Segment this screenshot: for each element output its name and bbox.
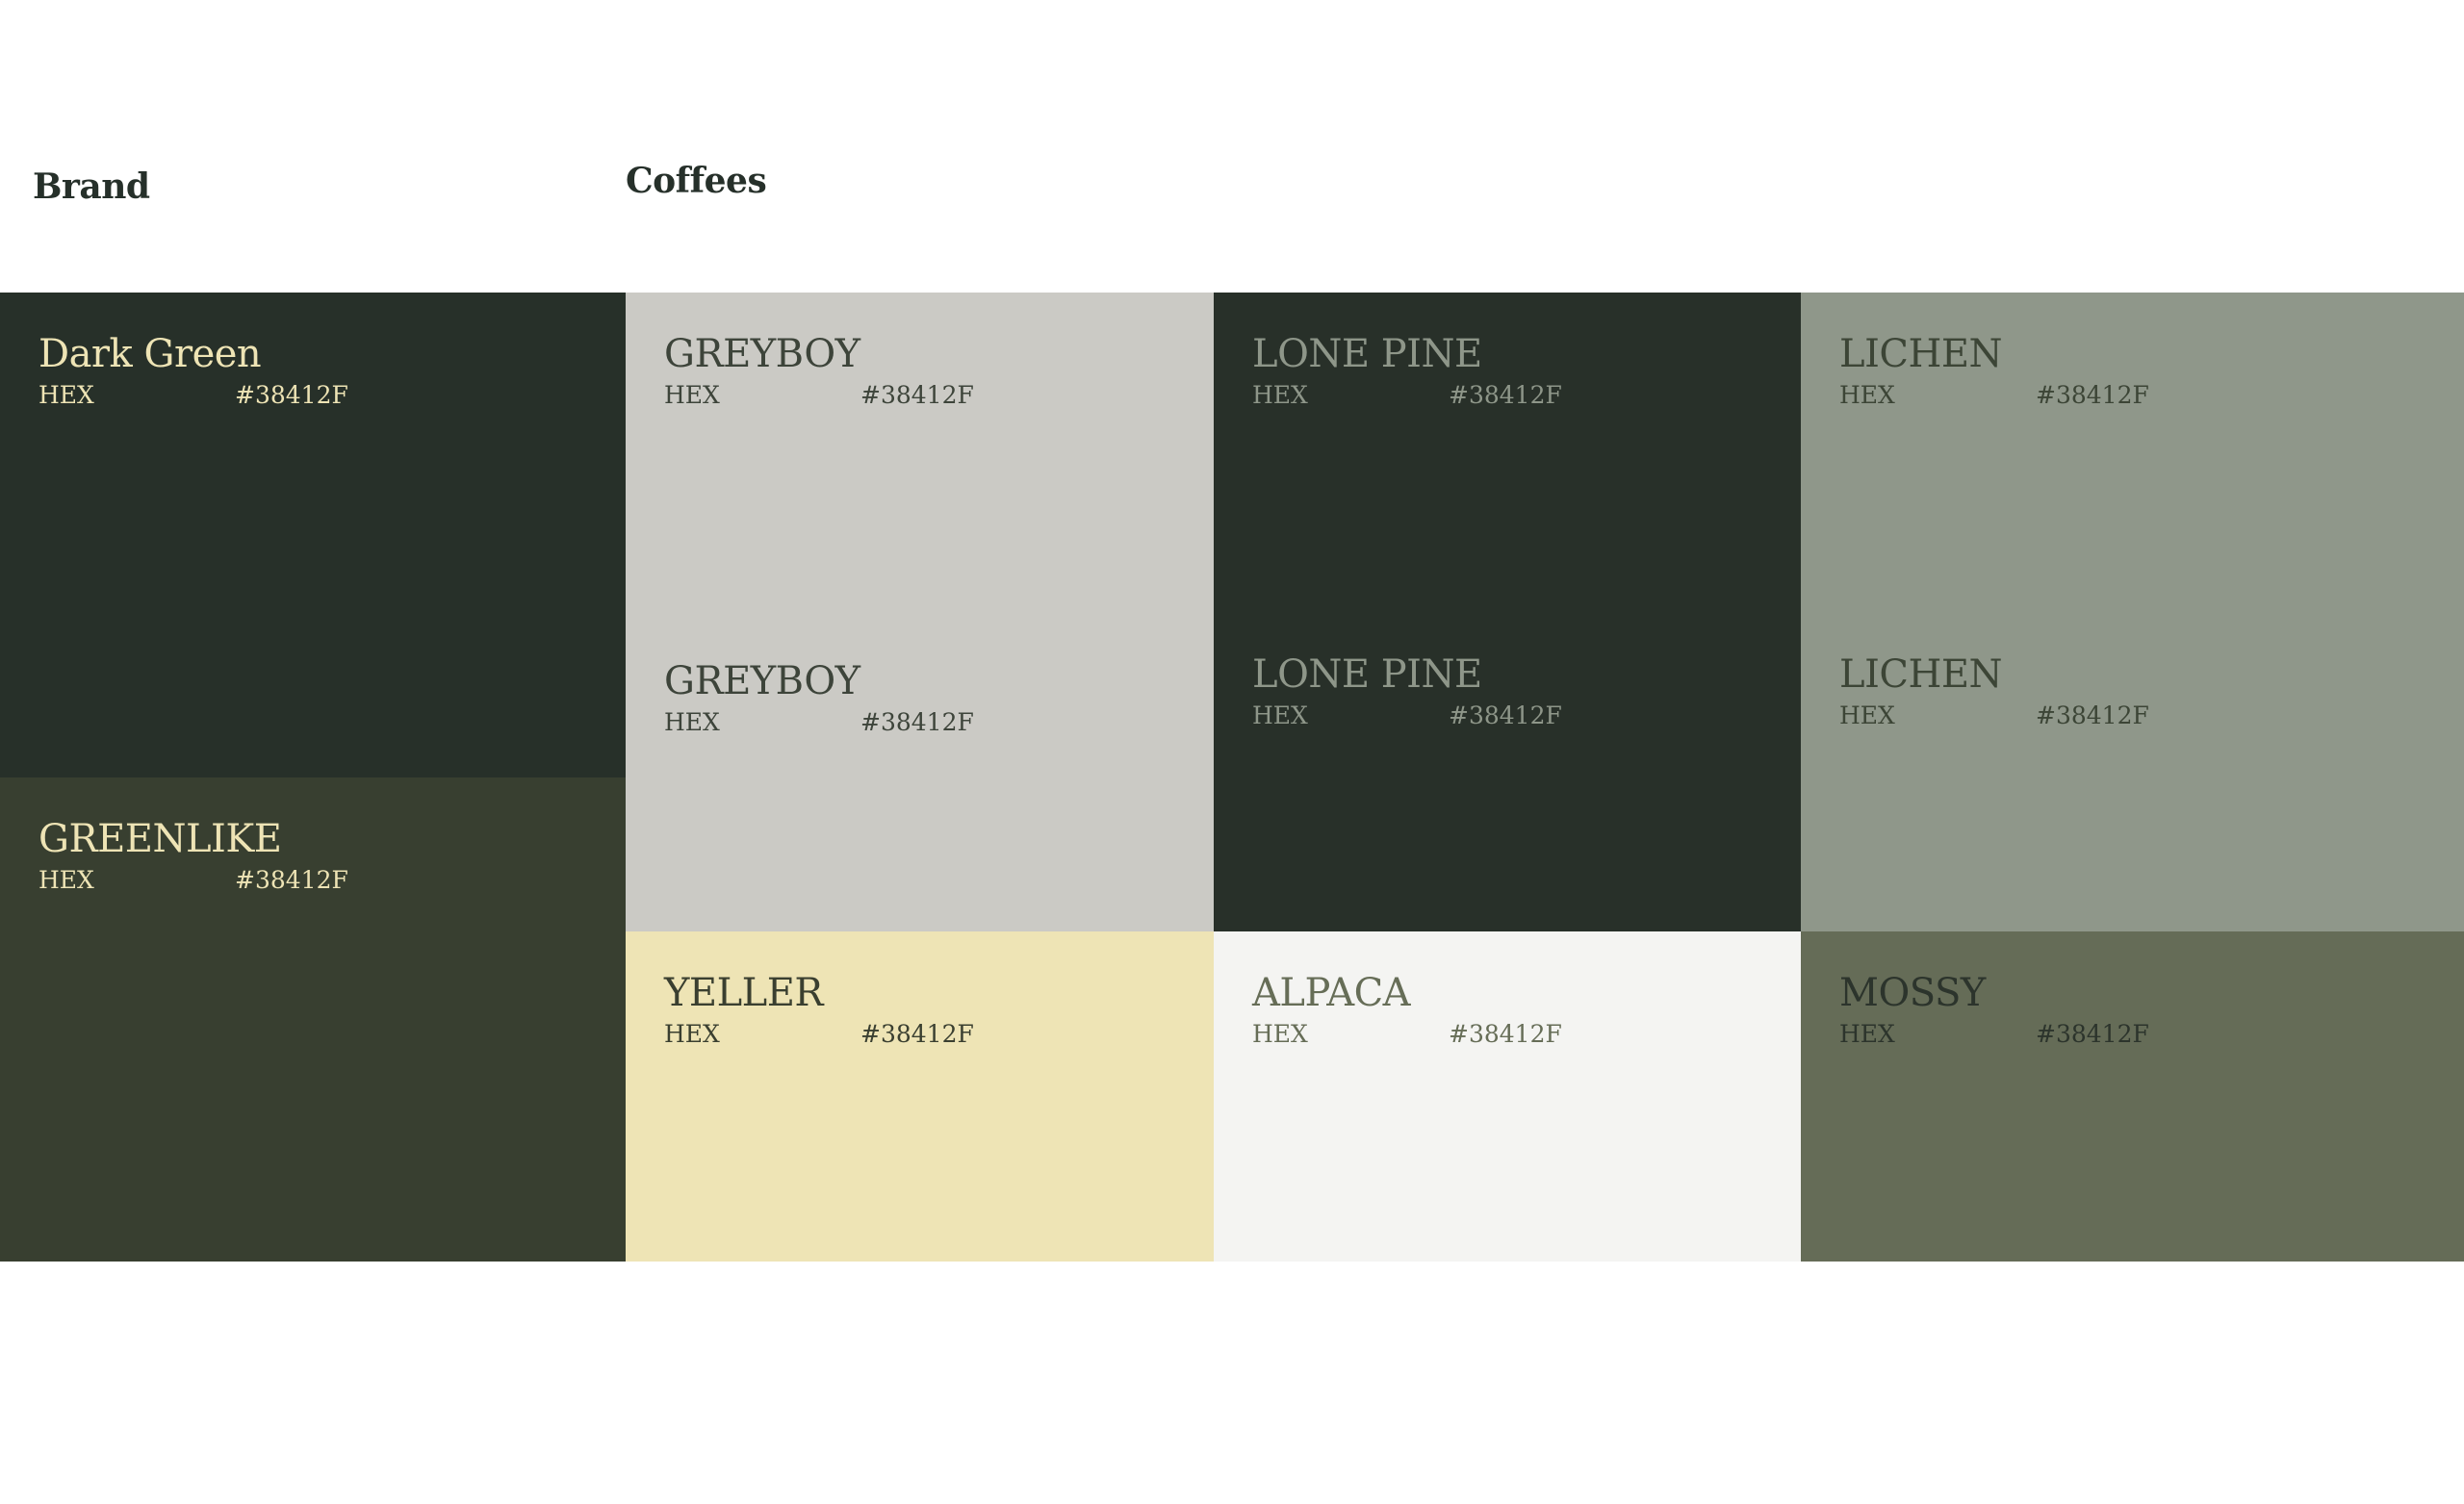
hex-label: HEX: [664, 381, 720, 409]
hex-label: HEX: [1252, 381, 1308, 409]
swatch-hex-row-repeat: HEX #38412F: [664, 708, 974, 739]
swatch-name: YELLER: [664, 971, 824, 1015]
hex-label: HEX: [38, 866, 94, 894]
swatch-name: GREYBOY: [664, 332, 860, 376]
hex-label-repeat: HEX: [1839, 701, 1895, 729]
hex-label: HEX: [38, 381, 94, 409]
section-heading-coffees: Coffees: [626, 161, 767, 201]
swatch-hex-row: HEX #38412F: [664, 381, 1214, 412]
swatch-name: LICHEN: [1839, 332, 2003, 376]
swatch-hex-row: HEX #38412F: [1252, 381, 1801, 412]
swatch-name-repeat: LICHEN: [1839, 652, 2003, 697]
swatch-hex-row: HEX #38412F: [38, 866, 626, 897]
swatch-hex-row: HEX #38412F: [1252, 1020, 1801, 1051]
swatch-name: LONE PINE: [1252, 332, 1482, 376]
hex-label: HEX: [1839, 1020, 1895, 1048]
hex-value-repeat: #38412F: [860, 708, 974, 736]
swatch-lichen: LICHEN HEX #38412F LICHEN HEX #38412F: [1801, 293, 2464, 931]
hex-value: #38412F: [2036, 381, 2149, 409]
swatch-mossy: MOSSY HEX #38412F: [1801, 931, 2464, 1262]
swatch-yeller: YELLER HEX #38412F: [626, 931, 1214, 1262]
hex-label: HEX: [1839, 381, 1895, 409]
swatch-hex-row-repeat: HEX #38412F: [1252, 701, 1562, 732]
swatch-name-repeat: GREYBOY: [664, 659, 860, 703]
swatch-repeat-label: LONE PINE HEX #38412F: [1252, 652, 1562, 732]
swatch-name: GREENLIKE: [38, 817, 282, 861]
hex-label-repeat: HEX: [664, 708, 720, 736]
swatch-repeat-label: LICHEN HEX #38412F: [1839, 652, 2149, 732]
swatch-greenlike: GREENLIKE HEX #38412F: [0, 777, 626, 1262]
hex-label: HEX: [1252, 1020, 1308, 1048]
swatch-repeat-label: GREYBOY HEX #38412F: [664, 659, 974, 739]
hex-value: #38412F: [2036, 1020, 2149, 1048]
hex-value: #38412F: [235, 866, 348, 894]
swatch-greyboy: GREYBOY HEX #38412F GREYBOY HEX #38412F: [626, 293, 1214, 931]
swatch-name: ALPACA: [1252, 971, 1411, 1015]
swatch-name: MOSSY: [1839, 971, 1986, 1015]
swatch-hex-row-repeat: HEX #38412F: [1839, 701, 2149, 732]
hex-value: #38412F: [860, 381, 974, 409]
swatch-alpaca: ALPACA HEX #38412F: [1214, 931, 1801, 1262]
hex-label: HEX: [664, 1020, 720, 1048]
hex-value: #38412F: [235, 381, 348, 409]
hex-value: #38412F: [1449, 381, 1562, 409]
swatch-name: Dark Green: [38, 332, 262, 376]
hex-value: #38412F: [1449, 1020, 1562, 1048]
swatch-dark-green: Dark Green HEX #38412F: [0, 293, 626, 777]
swatch-name-repeat: LONE PINE: [1252, 652, 1482, 697]
swatch-hex-row: HEX #38412F: [38, 381, 626, 412]
hex-value: #38412F: [860, 1020, 974, 1048]
section-heading-brand: Brand: [33, 166, 150, 207]
swatch-hex-row: HEX #38412F: [1839, 1020, 2464, 1051]
swatch-hex-row: HEX #38412F: [664, 1020, 1214, 1051]
hex-value-repeat: #38412F: [1449, 701, 1562, 729]
swatch-lone-pine: LONE PINE HEX #38412F LONE PINE HEX #384…: [1214, 293, 1801, 931]
swatch-hex-row: HEX #38412F: [1839, 381, 2464, 412]
hex-value-repeat: #38412F: [2036, 701, 2149, 729]
hex-label-repeat: HEX: [1252, 701, 1308, 729]
